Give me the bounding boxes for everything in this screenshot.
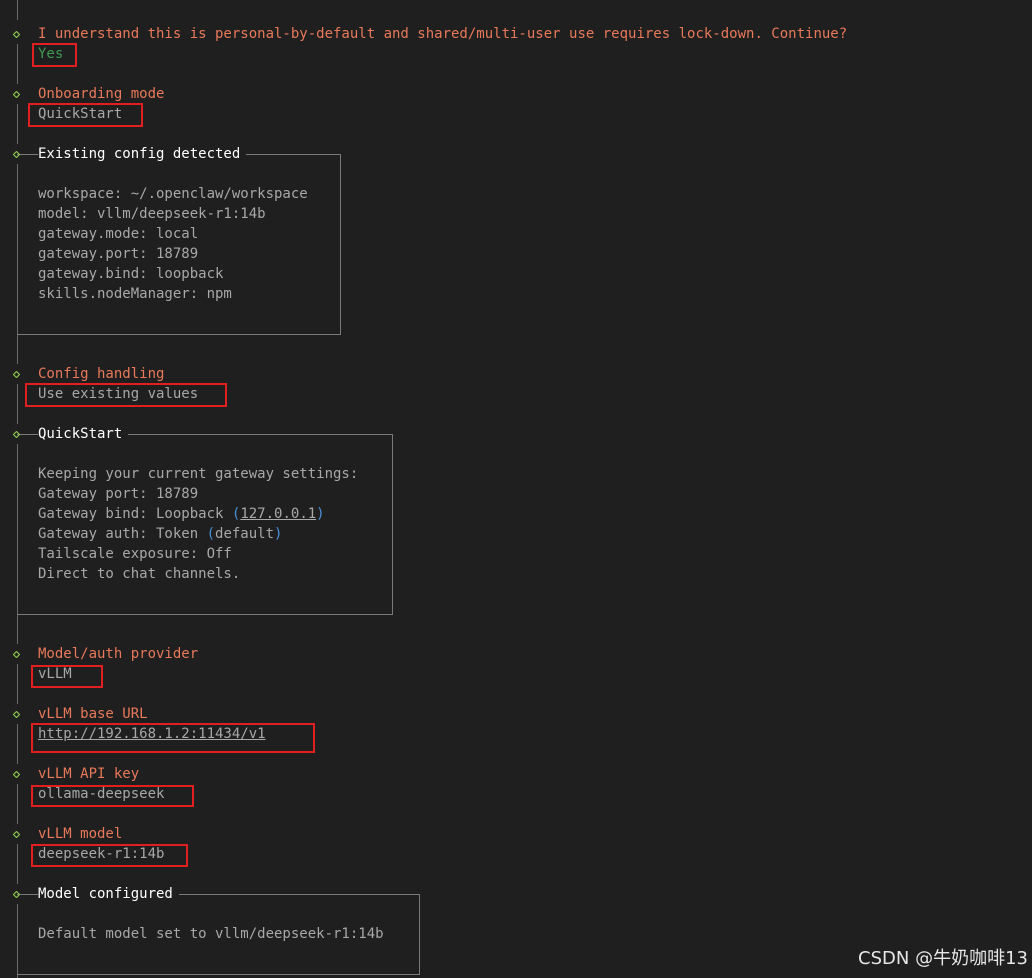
auth-default: default [215,526,275,542]
auth-paren-open: ( [206,526,216,542]
highlight-box [31,723,315,753]
quickstart-line: Keeping your current gateway settings: [38,466,359,482]
quickstart-title: QuickStart [38,424,129,444]
auth-paren-close: ) [274,526,283,542]
prompt-config-handling-question: Config handling [38,366,165,382]
rail-segment [17,44,18,84]
highlight-box [31,844,188,867]
diamond-icon [13,151,20,158]
highlight-box [31,665,103,688]
bind-label: Gateway bind: Loopback [38,506,232,522]
bind-ip-link[interactable]: 127.0.0.1 [240,506,316,522]
existing-config-line: gateway.mode: local [38,226,199,242]
diamond-icon [13,31,20,38]
rail-segment [17,784,18,824]
highlight-box [25,383,227,407]
bind-paren-close: ) [316,506,325,522]
quickstart-line: Tailscale exposure: Off [38,546,232,562]
prompt-model-question: vLLM model [38,826,123,842]
existing-config-line: workspace: ~/.openclaw/workspace [38,186,308,202]
rail-segment [17,664,18,704]
diamond-icon [13,431,20,438]
quickstart-bind-line: Gateway bind: Loopback (127.0.0.1) [38,504,325,524]
watermark: CSDN @牛奶咖啡13 [858,948,1028,969]
highlight-box [28,103,143,127]
existing-config-line: gateway.bind: loopback [38,266,224,282]
diamond-icon [13,651,20,658]
diamond-icon [13,711,20,718]
model-configured-title: Model configured [38,884,179,904]
highlight-box [32,43,77,67]
diamond-icon [13,91,20,98]
existing-config-line: model: vllm/deepseek-r1:14b [38,206,266,222]
rail-segment [17,384,18,424]
rail-segment [17,0,18,20]
existing-config-line: skills.nodeManager: npm [38,286,232,302]
prompt-onboarding-question: Onboarding mode [38,86,165,102]
existing-config-title: Existing config detected [38,144,247,164]
rail-segment [17,844,18,884]
quickstart-line: Direct to chat channels. [38,566,241,582]
rail-segment [17,104,18,144]
quickstart-line: Gateway port: 18789 [38,486,199,502]
highlight-box [31,785,194,807]
diamond-icon [13,891,20,898]
diamond-icon [13,831,20,838]
model-configured-line: Default model set to vllm/deepseek-r1:14… [38,926,384,942]
quickstart-auth-line: Gateway auth: Token (default) [38,524,282,544]
diamond-icon [13,371,20,378]
prompt-api-key-question: vLLM API key [38,766,140,782]
diamond-icon [13,771,20,778]
auth-label: Gateway auth: Token [38,526,207,542]
existing-config-line: gateway.port: 18789 [38,246,199,262]
prompt-provider-question: Model/auth provider [38,646,199,662]
prompt-base-url-question: vLLM base URL [38,706,148,722]
rail-segment [17,724,18,764]
prompt-lockdown-question: I understand this is personal-by-default… [38,26,848,42]
